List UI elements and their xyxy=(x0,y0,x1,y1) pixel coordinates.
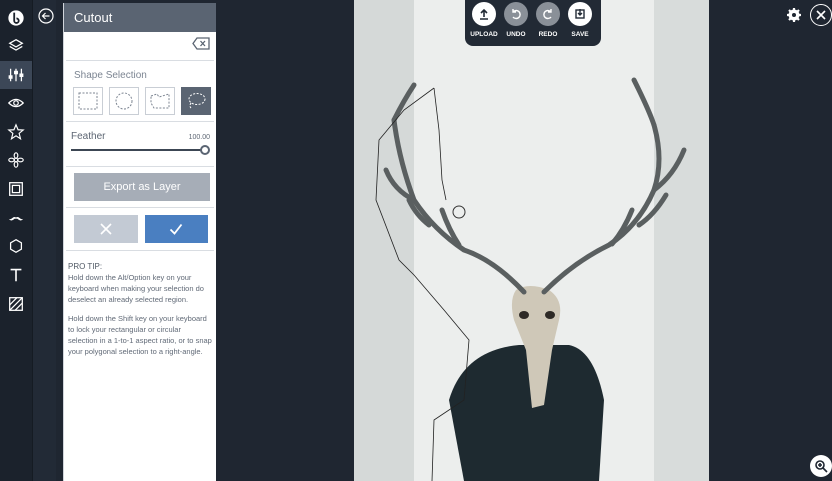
cutout-panel: Cutout Shape Selection Feather 100.00 Ex… xyxy=(63,3,216,481)
canvas-image[interactable] xyxy=(354,0,709,481)
save-button[interactable]: SAVE xyxy=(564,2,596,44)
erase-row xyxy=(66,32,214,61)
undo-button[interactable]: UNDO xyxy=(500,2,532,44)
upload-button[interactable]: UPLOAD xyxy=(468,2,500,44)
pro-tip-text: Hold down the Shift key on your keyboard… xyxy=(68,314,212,356)
upload-icon xyxy=(472,2,496,26)
clear-selection-icon[interactable] xyxy=(192,37,210,55)
shape-icon[interactable] xyxy=(0,232,32,260)
redo-icon xyxy=(536,2,560,26)
pro-tip: PRO TIP: Hold down the Alt/Option key on… xyxy=(64,251,216,357)
close-icon[interactable] xyxy=(810,4,832,26)
confirm-section xyxy=(66,208,214,251)
gear-icon[interactable] xyxy=(783,4,805,26)
cancel-button[interactable] xyxy=(74,215,138,243)
export-section: Export as Layer xyxy=(66,167,214,208)
pro-tip-text: Hold down the Alt/Option key on your key… xyxy=(68,273,204,304)
text-icon[interactable] xyxy=(0,261,32,289)
star-icon[interactable] xyxy=(0,118,32,146)
logo-icon[interactable] xyxy=(0,4,32,32)
rail-divider xyxy=(32,0,56,481)
feather-section: Feather 100.00 xyxy=(66,122,214,167)
save-icon xyxy=(568,2,592,26)
feather-slider-thumb[interactable] xyxy=(200,145,210,155)
apply-button[interactable] xyxy=(144,215,208,243)
back-arrow-icon[interactable] xyxy=(38,8,54,24)
undo-icon xyxy=(504,2,528,26)
frame-icon[interactable] xyxy=(0,175,32,203)
redo-label: REDO xyxy=(538,31,558,38)
mustache-icon[interactable] xyxy=(0,204,32,232)
pro-tip-title: PRO TIP: xyxy=(68,262,103,271)
shape-selection-title: Shape Selection xyxy=(74,70,147,81)
tool-rail xyxy=(0,0,32,481)
feather-label: Feather xyxy=(71,131,106,142)
shape-options xyxy=(66,87,214,121)
shape-selection-section: Shape Selection xyxy=(66,61,214,122)
flower-icon[interactable] xyxy=(0,146,32,174)
polygon-lasso-button[interactable] xyxy=(145,87,175,115)
undo-label: UNDO xyxy=(506,31,526,38)
ellipse-selection-button[interactable] xyxy=(109,87,139,115)
rectangle-selection-button[interactable] xyxy=(73,87,103,115)
layers-icon[interactable] xyxy=(0,32,32,60)
app-window: Cutout Shape Selection Feather 100.00 Ex… xyxy=(0,0,832,481)
redo-button[interactable]: REDO xyxy=(532,2,564,44)
adjustments-icon[interactable] xyxy=(0,61,32,89)
freehand-lasso-button[interactable] xyxy=(181,87,211,115)
save-label: SAVE xyxy=(571,31,589,38)
feather-slider-fill xyxy=(71,149,206,151)
zoom-icon[interactable] xyxy=(810,455,832,477)
panel-title: Cutout xyxy=(64,3,216,32)
feather-value: 100.00 xyxy=(188,134,210,141)
texture-icon[interactable] xyxy=(0,290,32,318)
export-as-layer-button[interactable]: Export as Layer xyxy=(74,173,210,201)
top-toolbar: UPLOAD UNDO REDO SAVE xyxy=(465,0,601,46)
feather-slider[interactable] xyxy=(71,144,210,156)
upload-label: UPLOAD xyxy=(470,31,498,38)
eye-icon[interactable] xyxy=(0,89,32,117)
